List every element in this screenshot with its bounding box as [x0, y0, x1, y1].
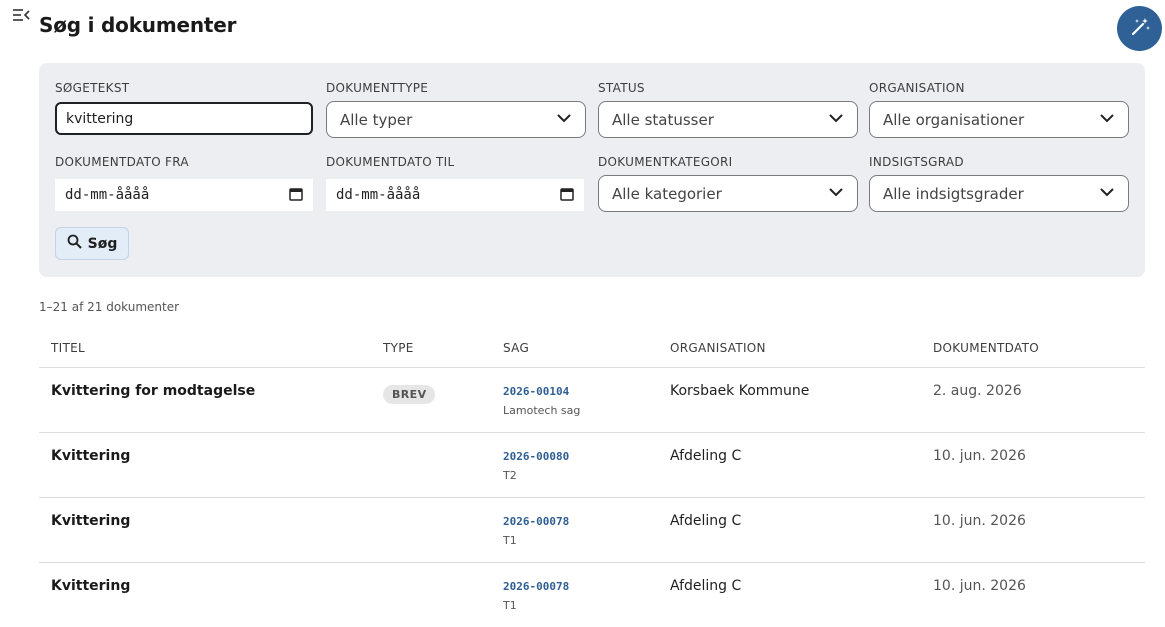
type-cell [383, 563, 479, 578]
case-name: T2 [503, 468, 517, 482]
search-text-field-group: SØGETEKST [55, 80, 315, 135]
category-label: DOKUMENTKATEGORI [598, 155, 733, 169]
table-row[interactable]: Kvittering 2026-00078 T1 Afdeling C 10. … [39, 497, 1145, 563]
doc-title[interactable]: Kvittering [51, 433, 359, 464]
case-number-link[interactable]: 2026-00080 [503, 450, 646, 463]
access-level-label: INDSIGTSGRAD [869, 155, 964, 169]
access-level-field-group: INDSIGTSGRAD Alle indsigtsgrader [869, 154, 1129, 212]
date-to-input[interactable]: dd-mm-åååå [326, 179, 584, 211]
result-count: 1–21 af 21 dokumenter [39, 300, 180, 314]
document-type-label: DOKUMENTTYPE [326, 81, 429, 95]
organisation-cell: Korsbaek Kommune [670, 382, 810, 399]
search-button-label: Søg [87, 235, 118, 252]
search-icon [67, 234, 82, 253]
organisation-cell: Afdeling C [670, 577, 742, 594]
table-row[interactable]: Kvittering 2026-00080 T2 Afdeling C 10. … [39, 432, 1145, 498]
column-header-type[interactable]: TYPE [371, 330, 491, 368]
access-level-value: Alle indsigtsgrader [883, 184, 1024, 203]
chevron-down-icon [1099, 184, 1115, 204]
category-value: Alle kategorier [612, 184, 722, 203]
calendar-icon[interactable] [289, 186, 303, 205]
date-to-value: dd-mm-åååå [336, 187, 421, 203]
filter-panel: SØGETEKST DOKUMENTTYPE Alle typer STATUS… [39, 63, 1145, 277]
organisation-label: ORGANISATION [869, 81, 965, 95]
table-row[interactable]: Kvittering 2026-00078 T1 Afdeling C 10. … [39, 562, 1145, 627]
doc-title[interactable]: Kvittering for modtagelse [51, 368, 359, 399]
case-number-link[interactable]: 2026-00078 [503, 515, 646, 528]
column-header-case[interactable]: SAG [491, 330, 658, 368]
access-level-select[interactable]: Alle indsigtsgrader [869, 175, 1129, 212]
search-text-label: SØGETEKST [55, 81, 130, 95]
column-header-title[interactable]: TITEL [39, 330, 371, 368]
status-label: STATUS [598, 81, 645, 95]
menu-collapse-icon[interactable] [12, 7, 30, 23]
case-number-link[interactable]: 2026-00104 [503, 385, 646, 398]
case-name: Lamotech sag [503, 403, 581, 417]
date-to-label: DOKUMENTDATO TIL [326, 155, 455, 169]
magic-wand-icon [1129, 16, 1151, 41]
page: Søg i dokumenter SØGETEKST DOKUMENTTYPE … [0, 0, 1165, 627]
search-button[interactable]: Søg [55, 227, 129, 260]
page-title: Søg i dokumenter [39, 13, 237, 37]
case-name: T1 [503, 598, 517, 612]
search-text-input[interactable] [55, 102, 313, 135]
doc-title[interactable]: Kvittering [51, 498, 359, 529]
table-row[interactable]: Kvittering for modtagelse BREV 2026-0010… [39, 367, 1145, 433]
date-from-input[interactable]: dd-mm-åååå [55, 179, 313, 211]
chevron-down-icon [556, 110, 572, 130]
status-value: Alle statusser [612, 110, 714, 129]
type-cell [383, 498, 479, 513]
doc-title[interactable]: Kvittering [51, 563, 359, 594]
date-from-value: dd-mm-åååå [65, 187, 150, 203]
date-cell: 10. jun. 2026 [933, 447, 1026, 464]
date-cell: 10. jun. 2026 [933, 577, 1026, 594]
calendar-icon[interactable] [560, 186, 574, 205]
column-header-date[interactable]: DOKUMENTDATO [921, 330, 1145, 368]
document-type-value: Alle typer [340, 110, 413, 129]
table-header-row: TITEL TYPE SAG ORGANISATION DOKUMENTDATO [39, 330, 1145, 368]
document-type-select[interactable]: Alle typer [326, 101, 586, 138]
document-type-field-group: DOKUMENTTYPE Alle typer [326, 80, 586, 138]
date-to-field-group: DOKUMENTDATO TIL dd-mm-åååå [326, 154, 586, 211]
category-field-group: DOKUMENTKATEGORI Alle kategorier [598, 154, 858, 212]
organisation-value: Alle organisationer [883, 110, 1025, 129]
type-cell [383, 433, 479, 448]
status-select[interactable]: Alle statusser [598, 101, 858, 138]
results-table: TITEL TYPE SAG ORGANISATION DOKUMENTDATO… [39, 330, 1145, 627]
organisation-cell: Afdeling C [670, 512, 742, 529]
case-name: T1 [503, 533, 517, 547]
date-from-label: DOKUMENTDATO FRA [55, 155, 189, 169]
chevron-down-icon [1099, 110, 1115, 130]
date-from-field-group: DOKUMENTDATO FRA dd-mm-åååå [55, 154, 315, 211]
organisation-cell: Afdeling C [670, 447, 742, 464]
type-badge: BREV [383, 384, 436, 404]
organisation-field-group: ORGANISATION Alle organisationer [869, 80, 1129, 138]
magic-wand-button[interactable] [1117, 6, 1162, 51]
category-select[interactable]: Alle kategorier [598, 175, 858, 212]
date-cell: 10. jun. 2026 [933, 512, 1026, 529]
column-header-organisation[interactable]: ORGANISATION [658, 330, 921, 368]
case-number-link[interactable]: 2026-00078 [503, 580, 646, 593]
date-cell: 2. aug. 2026 [933, 382, 1022, 399]
status-field-group: STATUS Alle statusser [598, 80, 858, 138]
organisation-select[interactable]: Alle organisationer [869, 101, 1129, 138]
chevron-down-icon [828, 110, 844, 130]
chevron-down-icon [828, 184, 844, 204]
